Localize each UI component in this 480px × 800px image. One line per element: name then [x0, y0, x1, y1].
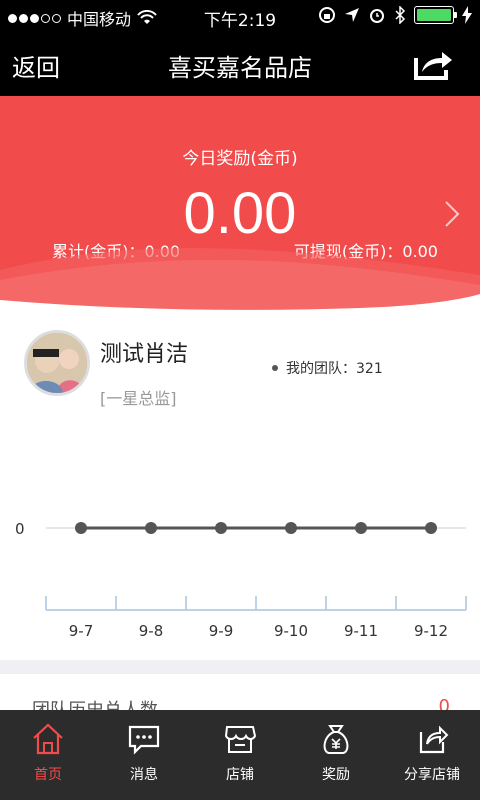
bullet-icon [272, 365, 278, 371]
tab-home[interactable]: 首页 [0, 710, 96, 800]
tab-label: 分享店铺 [404, 767, 460, 783]
battery-icon [414, 6, 457, 24]
wave-decoration [0, 248, 480, 310]
home-icon [33, 723, 63, 755]
x-tick-label: 9-7 [69, 622, 94, 640]
bluetooth-icon [395, 6, 406, 24]
rotation-lock-icon [319, 7, 335, 23]
y-tick-label: 0 [15, 520, 25, 538]
chart-svg: 0 9-7 9-8 9-9 9-10 9-11 9-12 [15, 520, 467, 640]
tab-label: 奖励 [322, 767, 350, 783]
avatar[interactable] [24, 330, 90, 396]
x-tick-label: 9-11 [344, 622, 378, 640]
location-icon [345, 8, 359, 22]
x-tick-label: 9-9 [209, 622, 234, 640]
team-history-row[interactable]: 团队历史总人数 0 [0, 674, 480, 721]
section-divider [0, 660, 480, 674]
share-icon[interactable] [412, 46, 454, 82]
tab-label: 店铺 [226, 767, 254, 783]
profile-card: 测试肖洁 [一星总监] 我的团队：321 [0, 310, 480, 420]
status-bar: 中国移动 下午2:19 [0, 0, 480, 32]
status-right [318, 6, 472, 24]
data-point [355, 522, 367, 534]
today-reward-label: 今日奖励(金币) [182, 149, 298, 169]
reward-bag-icon [323, 725, 349, 754]
reward-summary[interactable]: 今日奖励(金币) 0.00 累计(金币)：0.00 可提现(金币)：0.00 [0, 96, 480, 310]
tab-label: 首页 [34, 767, 62, 783]
user-name: 测试肖洁 [100, 342, 189, 367]
tab-bar: 首页 消息 店铺 奖励 分享店铺 [0, 710, 480, 800]
charging-icon [462, 6, 472, 24]
tab-share-store[interactable]: 分享店铺 [384, 710, 480, 800]
user-rank: [一星总监] [100, 389, 177, 408]
tab-label: 消息 [130, 767, 158, 783]
team-trend-chart: 0 9-7 9-8 9-9 9-10 9-11 9-12 [0, 420, 480, 660]
x-tick-label: 9-12 [414, 622, 448, 640]
data-point [425, 522, 437, 534]
data-point [145, 522, 157, 534]
x-tick-label: 9-10 [274, 622, 308, 640]
tab-rewards[interactable]: 奖励 [288, 710, 384, 800]
team-count-label: 我的团队：321 [286, 361, 383, 377]
chevron-right-icon[interactable] [444, 200, 460, 228]
store-icon [224, 726, 257, 753]
data-point [285, 522, 297, 534]
x-tick-label: 9-8 [139, 622, 164, 640]
data-point [215, 522, 227, 534]
team-count: 我的团队：321 [272, 358, 383, 378]
alarm-icon [370, 9, 384, 23]
page-title: 喜买嘉名品店 [168, 54, 312, 82]
tab-store[interactable]: 店铺 [192, 710, 288, 800]
message-icon [128, 725, 160, 755]
share-icon [419, 725, 449, 754]
nav-bar: 返回 喜买嘉名品店 [0, 32, 480, 96]
tab-messages[interactable]: 消息 [96, 710, 192, 800]
data-point [75, 522, 87, 534]
